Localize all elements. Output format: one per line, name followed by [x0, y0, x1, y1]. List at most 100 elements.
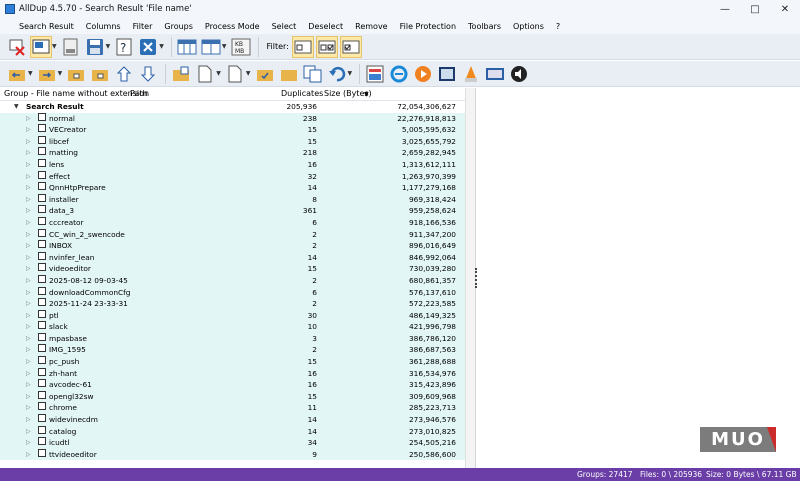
group-checkbox[interactable] — [38, 158, 46, 167]
expand-icon[interactable]: ▷ — [26, 402, 31, 414]
group-checkbox[interactable] — [38, 332, 46, 341]
expand-icon[interactable]: ▷ — [26, 356, 31, 368]
expand-icon[interactable]: ▷ — [26, 333, 31, 345]
group-checkbox[interactable] — [38, 182, 46, 191]
group-row[interactable]: ▷ 2025-11-24 23-33-31 2 572,223,585 — [0, 298, 465, 310]
group-checkbox[interactable] — [38, 228, 46, 237]
menu-remove[interactable]: Remove — [349, 22, 393, 31]
move-left-button[interactable] — [6, 63, 28, 85]
expand-icon[interactable]: ▷ — [26, 124, 31, 136]
group-row[interactable]: ▷ nvinfer_lean 14 846,992,064 — [0, 251, 465, 264]
group-checkbox[interactable] — [38, 414, 46, 423]
group-checkbox[interactable] — [38, 321, 46, 330]
sort-desc-icon[interactable]: ▼ — [364, 91, 369, 98]
expand-icon[interactable]: ▷ — [26, 321, 31, 333]
column-path[interactable]: Path — [130, 89, 148, 98]
group-row[interactable]: ▷ libcef 15 3,025,655,792 — [0, 135, 465, 148]
group-row[interactable]: ▷ lens 16 1,313,612,111 — [0, 158, 465, 171]
export-log-button[interactable] — [60, 36, 82, 58]
expand-icon[interactable]: ▷ — [26, 368, 31, 380]
size-unit-button[interactable]: KB MB — [230, 36, 252, 58]
expand-icon[interactable]: ▷ — [26, 205, 31, 217]
audio-button[interactable] — [508, 63, 530, 85]
group-checkbox[interactable] — [38, 216, 46, 225]
group-checkbox[interactable] — [38, 309, 46, 318]
expand-icon[interactable]: ▷ — [26, 159, 31, 171]
group-row[interactable]: ▷ icudtl 34 254,505,216 — [0, 437, 465, 449]
chevron-down-icon[interactable]: ▼ — [52, 43, 57, 50]
group-row[interactable]: ▷ IMG_1595 2 386,687,563 — [0, 344, 465, 357]
column-group-name[interactable]: Group - File name without extension — [4, 89, 149, 98]
menu-groups[interactable]: Groups — [158, 22, 199, 31]
expand-icon[interactable]: ▷ — [26, 136, 31, 148]
image-viewer-button[interactable] — [364, 63, 386, 85]
column-duplicates[interactable]: Duplicates — [281, 89, 323, 98]
group-row[interactable]: ▷ CC_win_2_swencode 2 911,347,200 — [0, 228, 465, 241]
browser-button[interactable] — [388, 63, 410, 85]
group-checkbox[interactable] — [38, 298, 46, 307]
expand-icon[interactable]: ▷ — [26, 379, 31, 391]
expand-icon[interactable]: ▷ — [26, 263, 31, 275]
archive-button[interactable] — [484, 63, 506, 85]
expand-icon[interactable]: ▷ — [26, 298, 31, 310]
undo-button[interactable] — [326, 63, 348, 85]
preview-button[interactable] — [30, 35, 52, 58]
group-checkbox[interactable] — [38, 286, 46, 295]
chevron-down-icon[interactable]: ▼ — [106, 43, 111, 50]
group-row[interactable]: ▷ catalog 14 273,010,825 — [0, 425, 465, 438]
expand-icon[interactable]: ▷ — [26, 287, 31, 299]
layout-button[interactable] — [200, 36, 222, 58]
chevron-down-icon[interactable]: ▼ — [348, 70, 353, 77]
folder-check-button[interactable] — [254, 63, 276, 85]
expand-icon[interactable]: ▷ — [26, 449, 31, 461]
folder-select-button[interactable] — [278, 63, 300, 85]
group-row[interactable]: ▷ 2025-08-12 09-03-45 2 680,861,357 — [0, 274, 465, 287]
group-row[interactable]: ▷ zh-hant 16 316,534,976 — [0, 367, 465, 380]
group-checkbox[interactable] — [38, 448, 46, 457]
group-checkbox[interactable] — [38, 124, 46, 133]
expand-icon[interactable]: ▷ — [26, 426, 31, 438]
video-player-button[interactable] — [436, 63, 458, 85]
save-button[interactable] — [84, 36, 106, 58]
menu-file-protection[interactable]: File Protection — [394, 22, 462, 31]
group-checkbox[interactable] — [38, 240, 46, 249]
menu-help[interactable]: ? — [550, 22, 566, 31]
expand-icon[interactable]: ▷ — [26, 252, 31, 264]
expand-icon[interactable]: ▷ — [26, 437, 31, 449]
chevron-down-icon[interactable]: ▼ — [28, 70, 33, 77]
group-checkbox[interactable] — [38, 425, 46, 434]
results-tree[interactable]: ▼ Search Result 205,936 72,054,306,627 ▷… — [0, 101, 465, 468]
group-row[interactable]: ▷ matting 218 2,659,282,945 — [0, 147, 465, 159]
group-checkbox[interactable] — [38, 379, 46, 388]
group-row[interactable]: ▷ videoeditor 15 730,039,280 — [0, 263, 465, 275]
compare-button[interactable] — [302, 63, 324, 85]
group-checkbox[interactable] — [38, 112, 46, 121]
expand-icon[interactable]: ▷ — [26, 171, 31, 183]
media-player-button[interactable] — [412, 63, 434, 85]
maximize-icon[interactable]: □ — [740, 0, 770, 18]
menu-columns[interactable]: Columns — [80, 22, 127, 31]
minimize-icon[interactable]: — — [710, 0, 740, 18]
folder-button-1[interactable] — [65, 63, 87, 85]
group-row[interactable]: ▷ effect 32 1,263,970,399 — [0, 170, 465, 183]
group-row[interactable]: ▷ pc_push 15 361,288,688 — [0, 356, 465, 368]
expand-icon[interactable]: ▷ — [26, 391, 31, 403]
chevron-down-icon[interactable]: ▼ — [58, 70, 63, 77]
expand-icon[interactable]: ▷ — [26, 240, 31, 252]
menu-select[interactable]: Select — [266, 22, 303, 31]
delete-results-button[interactable] — [6, 36, 28, 58]
expand-icon[interactable]: ▷ — [26, 275, 31, 287]
close-icon[interactable]: ✕ — [770, 0, 800, 18]
group-row[interactable]: ▷ ttvideoeditor 9 250,586,600 — [0, 448, 465, 461]
move-up-button[interactable] — [113, 63, 135, 85]
group-checkbox[interactable] — [38, 437, 46, 446]
expand-icon[interactable]: ▷ — [26, 182, 31, 194]
move-down-button[interactable] — [137, 63, 159, 85]
expand-icon[interactable]: ▷ — [26, 344, 31, 356]
expand-icon[interactable]: ▷ — [26, 194, 31, 206]
menu-toolbars[interactable]: Toolbars — [462, 22, 507, 31]
group-checkbox[interactable] — [38, 390, 46, 399]
group-row[interactable]: ▷ cccreator 6 918,166,536 — [0, 216, 465, 229]
group-row[interactable]: ▷ slack 10 421,996,798 — [0, 321, 465, 333]
expand-icon[interactable]: ▷ — [26, 147, 31, 159]
